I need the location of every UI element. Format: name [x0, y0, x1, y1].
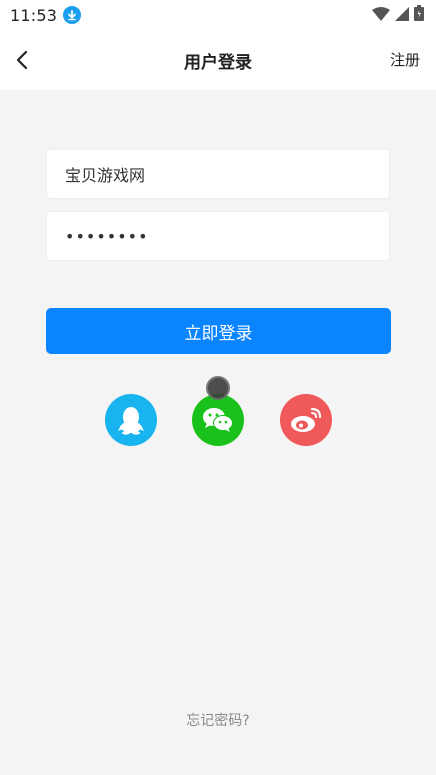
- signal-icon: [395, 6, 409, 25]
- app-header: 用户登录 注册: [0, 30, 436, 90]
- password-input[interactable]: [65, 226, 389, 246]
- battery-icon: [414, 5, 424, 25]
- status-icons: [372, 5, 424, 25]
- wechat-login-button[interactable]: [192, 394, 244, 446]
- touch-indicator: [206, 376, 230, 400]
- wechat-icon: [203, 408, 233, 432]
- download-icon: [63, 6, 82, 24]
- login-screen: 11:53 用户登录 注册 宝贝游戏网 •••••••• 立即登录 忘记密码?: [0, 0, 436, 775]
- password-field[interactable]: [46, 211, 390, 261]
- qq-icon: [118, 407, 144, 435]
- weibo-login-button[interactable]: [280, 394, 332, 446]
- username-field[interactable]: [46, 149, 390, 199]
- wifi-icon: [372, 6, 390, 25]
- page-title: 用户登录: [184, 52, 252, 73]
- back-button[interactable]: [8, 44, 36, 76]
- forgot-password-link[interactable]: 忘记密码?: [0, 710, 436, 730]
- username-input[interactable]: [65, 164, 389, 184]
- register-link[interactable]: 注册: [390, 49, 420, 70]
- chevron-left-icon: [16, 50, 28, 70]
- login-button[interactable]: 立即登录: [46, 308, 391, 354]
- status-bar: 11:53: [0, 0, 436, 30]
- qq-login-button[interactable]: [105, 394, 157, 446]
- weibo-icon: [291, 407, 322, 432]
- status-time: 11:53: [10, 5, 58, 25]
